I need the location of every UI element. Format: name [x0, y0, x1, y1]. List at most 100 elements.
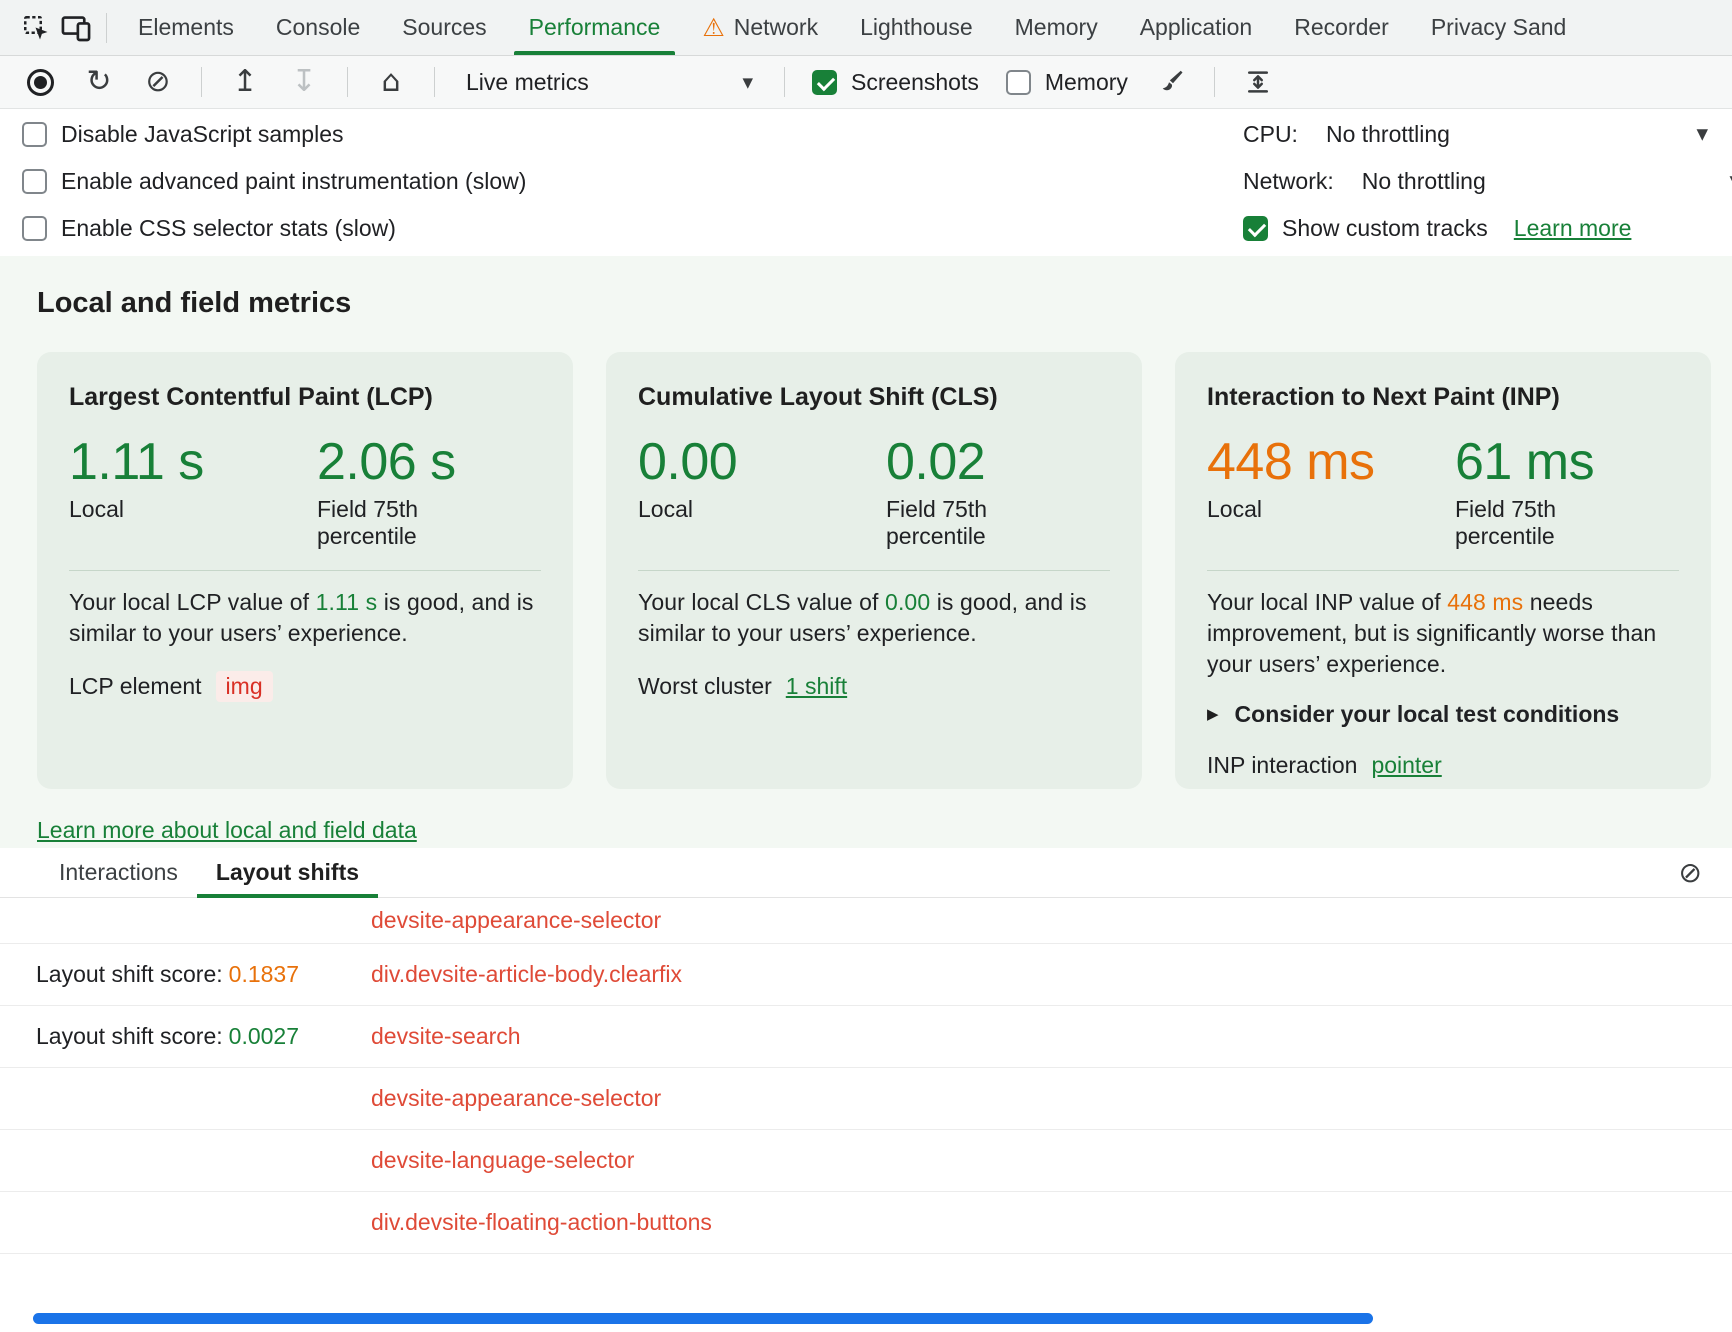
network-label: Network:	[1243, 168, 1334, 195]
capture-settings: Disable JavaScript samples Enable advanc…	[0, 109, 1732, 256]
metric-cards: Largest Contentful Paint (LCP) 1.11 s Lo…	[37, 352, 1732, 789]
separator	[784, 67, 785, 97]
tab-layout-shifts[interactable]: Layout shifts	[197, 848, 378, 897]
tab-recorder[interactable]: Recorder	[1273, 0, 1410, 55]
tab-performance[interactable]: Performance	[508, 0, 682, 55]
chevron-down-icon: ▾	[1696, 123, 1708, 146]
node-link[interactable]: div.devsite-article-body.clearfix	[371, 961, 682, 987]
node-link[interactable]: devsite-appearance-selector	[371, 907, 661, 933]
divider	[69, 570, 541, 571]
reload-and-record-button[interactable]: ↻	[83, 64, 115, 100]
node-link[interactable]: div.devsite-floating-action-buttons	[371, 1209, 712, 1235]
inp-field-value: 61 ms	[1455, 436, 1594, 488]
disable-js-samples-label: Disable JavaScript samples	[61, 121, 344, 148]
lcp-local-label: Local	[69, 496, 317, 523]
local-field-metrics: Local and field metrics Largest Contentf…	[0, 256, 1732, 848]
cls-desc-value: 0.00	[885, 589, 930, 615]
lcp-field-value: 2.06 s	[317, 436, 456, 488]
cls-values: 0.00 Local 0.02 Field 75th percentile	[638, 436, 1110, 550]
live-metrics-log: Interactions Layout shifts ⊘ devsite-app…	[0, 848, 1732, 1332]
tab-elements[interactable]: Elements	[117, 0, 255, 55]
node-link[interactable]: devsite-appearance-selector	[371, 1085, 661, 1111]
tab-console[interactable]: Console	[255, 0, 381, 55]
clear-button[interactable]: ⊘	[142, 64, 174, 100]
inspect-element-icon[interactable]	[16, 8, 56, 48]
cls-card: Cumulative Layout Shift (CLS) 0.00 Local…	[606, 352, 1142, 789]
cls-field-label: Field 75th percentile	[886, 496, 1021, 550]
inp-description: Your local INP value of 448 ms needs imp…	[1207, 587, 1679, 680]
layout-shift-row[interactable]: devsite-language-selector	[0, 1130, 1732, 1192]
layout-shift-row[interactable]: Layout shift score:0.0027 devsite-search	[0, 1006, 1732, 1068]
checkbox-unchecked-icon	[1006, 70, 1031, 95]
cls-desc-prefix: Your local CLS value of	[638, 589, 879, 615]
chevron-down-icon: ▾	[742, 72, 753, 93]
inp-desc-prefix: Your local INP value of	[1207, 589, 1441, 615]
horizontal-scrollbar[interactable]	[33, 1313, 1373, 1324]
lcp-card: Largest Contentful Paint (LCP) 1.11 s Lo…	[37, 352, 573, 789]
tab-interactions[interactable]: Interactions	[40, 848, 197, 897]
memory-checkbox[interactable]: Memory	[1006, 69, 1128, 96]
cpu-throttling-select[interactable]: CPU: No throttling ▾	[1243, 111, 1732, 158]
layout-shift-row[interactable]: devsite-appearance-selector	[0, 1068, 1732, 1130]
layout-shift-row[interactable]: div.devsite-floating-action-buttons	[0, 1192, 1732, 1254]
layout-shift-score-cell: Layout shift score:0.0027	[36, 1023, 371, 1050]
inp-field-label: Field 75th percentile	[1455, 496, 1590, 550]
memory-label: Memory	[1045, 69, 1128, 96]
layout-shift-row[interactable]: Layout shift score:0.1837 div.devsite-ar…	[0, 944, 1732, 1006]
lcp-desc-value: 1.11 s	[316, 589, 378, 615]
record-icon	[27, 69, 54, 96]
lcp-desc-prefix: Your local LCP value of	[69, 589, 309, 615]
layout-shift-score-value: 0.1837	[229, 961, 299, 987]
tab-sources[interactable]: Sources	[381, 0, 507, 55]
gauge-icon[interactable]	[1242, 64, 1274, 100]
separator	[201, 67, 202, 97]
record-button[interactable]	[24, 64, 56, 100]
disclosure-triangle-icon: ▶	[1207, 705, 1219, 723]
layout-shift-row[interactable]: devsite-appearance-selector	[0, 898, 1732, 944]
local-test-conditions-disclosure[interactable]: ▶ Consider your local test conditions	[1207, 700, 1679, 728]
learn-more-link[interactable]: Learn more	[1514, 215, 1632, 242]
worst-cluster-link[interactable]: 1 shift	[786, 673, 847, 700]
screenshots-checkbox[interactable]: Screenshots	[812, 69, 979, 96]
panel-tabs: Elements Console Sources Performance ⚠ N…	[117, 0, 1732, 55]
inp-interaction-link[interactable]: pointer	[1371, 752, 1441, 779]
card-title: Interaction to Next Paint (INP)	[1207, 382, 1679, 412]
tab-application[interactable]: Application	[1119, 0, 1274, 55]
section-heading: Local and field metrics	[37, 286, 1732, 320]
learn-more-local-field-link[interactable]: Learn more about local and field data	[37, 817, 417, 844]
lcp-element-node-link[interactable]: img	[216, 671, 273, 702]
capture-settings-right: CPU: No throttling ▾ Network: No throttl…	[1243, 111, 1732, 252]
tab-network[interactable]: ⚠ Network	[681, 0, 839, 55]
checkbox-checked-icon	[812, 70, 837, 95]
node-link[interactable]: devsite-language-selector	[371, 1147, 634, 1173]
brush-icon[interactable]	[1155, 64, 1187, 100]
load-profile-button[interactable]: ↥	[229, 64, 261, 100]
worst-cluster-label: Worst cluster	[638, 673, 772, 700]
cls-local-label: Local	[638, 496, 886, 523]
tab-privacy-sandbox[interactable]: Privacy Sand	[1410, 0, 1588, 55]
home-button[interactable]: ⌂	[375, 64, 407, 100]
history-dropdown[interactable]: Live metrics ▾	[462, 69, 757, 96]
show-custom-tracks-checkbox[interactable]: Show custom tracks Learn more	[1243, 205, 1732, 252]
show-custom-tracks-label: Show custom tracks	[1282, 215, 1488, 242]
cpu-label: CPU:	[1243, 121, 1298, 148]
advanced-paint-label: Enable advanced paint instrumentation (s…	[61, 168, 526, 195]
tab-lighthouse[interactable]: Lighthouse	[839, 0, 994, 55]
network-throttling-select[interactable]: Network: No throttling ▾	[1243, 158, 1732, 205]
worst-cluster-row: Worst cluster 1 shift	[638, 671, 1110, 701]
devtools-tabbar: Elements Console Sources Performance ⚠ N…	[0, 0, 1732, 56]
node-link[interactable]: devsite-search	[371, 1023, 521, 1049]
save-profile-button[interactable]: ↧	[288, 64, 320, 100]
device-toolbar-icon[interactable]	[56, 8, 96, 48]
lcp-description: Your local LCP value of 1.11 s is good, …	[69, 587, 541, 649]
tab-network-label: Network	[734, 14, 818, 41]
performance-toolbar: ↻ ⊘ ↥ ↧ ⌂ Live metrics ▾ Screenshots Mem…	[0, 56, 1732, 109]
layout-shift-score-label: Layout shift score:	[36, 1023, 223, 1049]
record-icon-dot	[34, 76, 47, 89]
tab-memory[interactable]: Memory	[994, 0, 1119, 55]
inp-values: 448 ms Local 61 ms Field 75th percentile	[1207, 436, 1679, 550]
log-tabs: Interactions Layout shifts ⊘	[0, 848, 1732, 898]
divider	[1207, 570, 1679, 571]
inp-card: Interaction to Next Paint (INP) 448 ms L…	[1175, 352, 1711, 789]
clear-log-icon[interactable]: ⊘	[1679, 859, 1702, 887]
